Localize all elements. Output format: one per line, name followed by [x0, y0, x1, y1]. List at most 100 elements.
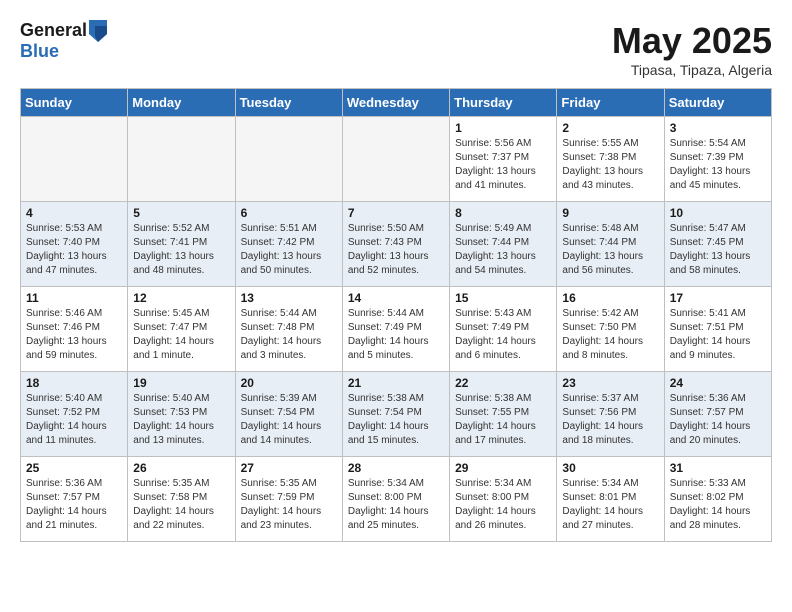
location: Tipasa, Tipaza, Algeria — [612, 62, 772, 78]
calendar-cell: 14Sunrise: 5:44 AM Sunset: 7:49 PM Dayli… — [342, 287, 449, 372]
cell-info: Sunrise: 5:36 AM Sunset: 7:57 PM Dayligh… — [670, 392, 766, 448]
day-number: 2 — [562, 121, 658, 135]
day-number: 10 — [670, 206, 766, 220]
cell-info: Sunrise: 5:34 AM Sunset: 8:00 PM Dayligh… — [455, 477, 551, 533]
day-number: 3 — [670, 121, 766, 135]
cell-info: Sunrise: 5:48 AM Sunset: 7:44 PM Dayligh… — [562, 222, 658, 278]
cell-info: Sunrise: 5:40 AM Sunset: 7:53 PM Dayligh… — [133, 392, 229, 448]
calendar-cell: 28 Sunrise: 5:34 AM Sunset: 8:00 PM Dayli… — [342, 457, 449, 542]
day-number: 16 — [562, 291, 658, 305]
cell-info: Sunrise: 5:38 AM Sunset: 7:54 PM Dayligh… — [348, 392, 444, 448]
day-number: 13 — [241, 291, 337, 305]
calendar-cell: 16Sunrise: 5:42 AM Sunset: 7:50 PM Dayli… — [557, 287, 664, 372]
day-number: 21 — [348, 376, 444, 390]
calendar-cell: 3 Sunrise: 5:54 AM Sunset: 7:39 PM Daylig… — [664, 117, 771, 202]
weekday-header-sunday: Sunday — [21, 89, 128, 117]
day-number: 31 — [670, 461, 766, 475]
day-number: 19 — [133, 376, 229, 390]
calendar-cell: 13 Sunrise: 5:44 AM Sunset: 7:48 PM Dayli… — [235, 287, 342, 372]
cell-info: Sunrise: 5:54 AM Sunset: 7:39 PM Dayligh… — [670, 137, 766, 193]
calendar-cell: 11Sunrise: 5:46 AM Sunset: 7:46 PM Dayli… — [21, 287, 128, 372]
day-number: 7 — [348, 206, 444, 220]
calendar-cell: 25 Sunrise: 5:36 AM Sunset: 7:57 PM Dayli… — [21, 457, 128, 542]
logo-text: General Blue — [20, 20, 107, 62]
cell-info: Sunrise: 5:47 AM Sunset: 7:45 PM Dayligh… — [670, 222, 766, 278]
calendar-cell: 9Sunrise: 5:48 AM Sunset: 7:44 PM Daylig… — [557, 202, 664, 287]
cell-info: Sunrise: 5:37 AM Sunset: 7:56 PM Dayligh… — [562, 392, 658, 448]
calendar-cell: 8 Sunrise: 5:49 AM Sunset: 7:44 PM Daylig… — [450, 202, 557, 287]
cell-info: Sunrise: 5:43 AM Sunset: 7:49 PM Dayligh… — [455, 307, 551, 363]
cell-info: Sunrise: 5:34 AM Sunset: 8:00 PM Dayligh… — [348, 477, 444, 533]
day-number: 29 — [455, 461, 551, 475]
weekday-header-saturday: Saturday — [664, 89, 771, 117]
calendar-cell: 27Sunrise: 5:35 AM Sunset: 7:59 PM Dayli… — [235, 457, 342, 542]
day-number: 25 — [26, 461, 122, 475]
cell-info: Sunrise: 5:55 AM Sunset: 7:38 PM Dayligh… — [562, 137, 658, 193]
day-number: 4 — [26, 206, 122, 220]
logo-blue: Blue — [20, 42, 107, 62]
calendar-cell: 19 Sunrise: 5:40 AM Sunset: 7:53 PM Dayli… — [128, 372, 235, 457]
calendar-cell: 18 Sunrise: 5:40 AM Sunset: 7:52 PM Dayli… — [21, 372, 128, 457]
calendar-cell: 29 Sunrise: 5:34 AM Sunset: 8:00 PM Dayli… — [450, 457, 557, 542]
calendar-cell: 10 Sunrise: 5:47 AM Sunset: 7:45 PM Dayli… — [664, 202, 771, 287]
page-header: General Blue May 2025 Tipasa, Tipaza, Al… — [20, 20, 772, 78]
logo-general: General — [20, 21, 87, 41]
logo-icon — [89, 20, 107, 42]
title-block: May 2025 Tipasa, Tipaza, Algeria — [612, 20, 772, 78]
calendar-cell: 30Sunrise: 5:34 AM Sunset: 8:01 PM Dayli… — [557, 457, 664, 542]
cell-info: Sunrise: 5:45 AM Sunset: 7:47 PM Dayligh… — [133, 307, 229, 363]
day-number: 5 — [133, 206, 229, 220]
calendar-cell: 21 Sunrise: 5:38 AM Sunset: 7:54 PM Dayli… — [342, 372, 449, 457]
cell-info: Sunrise: 5:44 AM Sunset: 7:48 PM Dayligh… — [241, 307, 337, 363]
weekday-header-tuesday: Tuesday — [235, 89, 342, 117]
cell-info: Sunrise: 5:36 AM Sunset: 7:57 PM Dayligh… — [26, 477, 122, 533]
calendar-week-1: 1 Sunrise: 5:56 AM Sunset: 7:37 PM Daylig… — [21, 117, 772, 202]
calendar-week-3: 11Sunrise: 5:46 AM Sunset: 7:46 PM Dayli… — [21, 287, 772, 372]
calendar-week-5: 25 Sunrise: 5:36 AM Sunset: 7:57 PM Dayli… — [21, 457, 772, 542]
day-number: 11 — [26, 291, 122, 305]
weekday-header-thursday: Thursday — [450, 89, 557, 117]
cell-info: Sunrise: 5:51 AM Sunset: 7:42 PM Dayligh… — [241, 222, 337, 278]
calendar-cell — [21, 117, 128, 202]
cell-info: Sunrise: 5:53 AM Sunset: 7:40 PM Dayligh… — [26, 222, 122, 278]
day-number: 6 — [241, 206, 337, 220]
calendar-cell: 20Sunrise: 5:39 AM Sunset: 7:54 PM Dayli… — [235, 372, 342, 457]
calendar-cell: 15 Sunrise: 5:43 AM Sunset: 7:49 PM Dayli… — [450, 287, 557, 372]
calendar-cell: 7 Sunrise: 5:50 AM Sunset: 7:43 PM Daylig… — [342, 202, 449, 287]
cell-info: Sunrise: 5:33 AM Sunset: 8:02 PM Dayligh… — [670, 477, 766, 533]
day-number: 12 — [133, 291, 229, 305]
cell-info: Sunrise: 5:35 AM Sunset: 7:59 PM Dayligh… — [241, 477, 337, 533]
cell-info: Sunrise: 5:52 AM Sunset: 7:41 PM Dayligh… — [133, 222, 229, 278]
calendar-cell — [235, 117, 342, 202]
calendar-cell — [342, 117, 449, 202]
cell-info: Sunrise: 5:40 AM Sunset: 7:52 PM Dayligh… — [26, 392, 122, 448]
day-number: 17 — [670, 291, 766, 305]
day-number: 1 — [455, 121, 551, 135]
cell-info: Sunrise: 5:41 AM Sunset: 7:51 PM Dayligh… — [670, 307, 766, 363]
weekday-header-monday: Monday — [128, 89, 235, 117]
day-number: 15 — [455, 291, 551, 305]
cell-info: Sunrise: 5:49 AM Sunset: 7:44 PM Dayligh… — [455, 222, 551, 278]
calendar-cell: 31 Sunrise: 5:33 AM Sunset: 8:02 PM Dayli… — [664, 457, 771, 542]
calendar-cell: 23Sunrise: 5:37 AM Sunset: 7:56 PM Dayli… — [557, 372, 664, 457]
cell-info: Sunrise: 5:50 AM Sunset: 7:43 PM Dayligh… — [348, 222, 444, 278]
calendar-table: SundayMondayTuesdayWednesdayThursdayFrid… — [20, 88, 772, 542]
calendar-cell: 1 Sunrise: 5:56 AM Sunset: 7:37 PM Daylig… — [450, 117, 557, 202]
day-number: 22 — [455, 376, 551, 390]
calendar-cell: 5 Sunrise: 5:52 AM Sunset: 7:41 PM Daylig… — [128, 202, 235, 287]
calendar-cell: 6 Sunrise: 5:51 AM Sunset: 7:42 PM Daylig… — [235, 202, 342, 287]
cell-info: Sunrise: 5:39 AM Sunset: 7:54 PM Dayligh… — [241, 392, 337, 448]
calendar-cell: 12 Sunrise: 5:45 AM Sunset: 7:47 PM Dayli… — [128, 287, 235, 372]
calendar-cell: 26Sunrise: 5:35 AM Sunset: 7:58 PM Dayli… — [128, 457, 235, 542]
cell-info: Sunrise: 5:56 AM Sunset: 7:37 PM Dayligh… — [455, 137, 551, 193]
day-number: 28 — [348, 461, 444, 475]
calendar-cell: 24Sunrise: 5:36 AM Sunset: 7:57 PM Dayli… — [664, 372, 771, 457]
weekday-header-wednesday: Wednesday — [342, 89, 449, 117]
day-number: 30 — [562, 461, 658, 475]
day-number: 8 — [455, 206, 551, 220]
day-number: 18 — [26, 376, 122, 390]
day-number: 26 — [133, 461, 229, 475]
weekday-header-row: SundayMondayTuesdayWednesdayThursdayFrid… — [21, 89, 772, 117]
weekday-header-friday: Friday — [557, 89, 664, 117]
cell-info: Sunrise: 5:44 AM Sunset: 7:49 PM Dayligh… — [348, 307, 444, 363]
